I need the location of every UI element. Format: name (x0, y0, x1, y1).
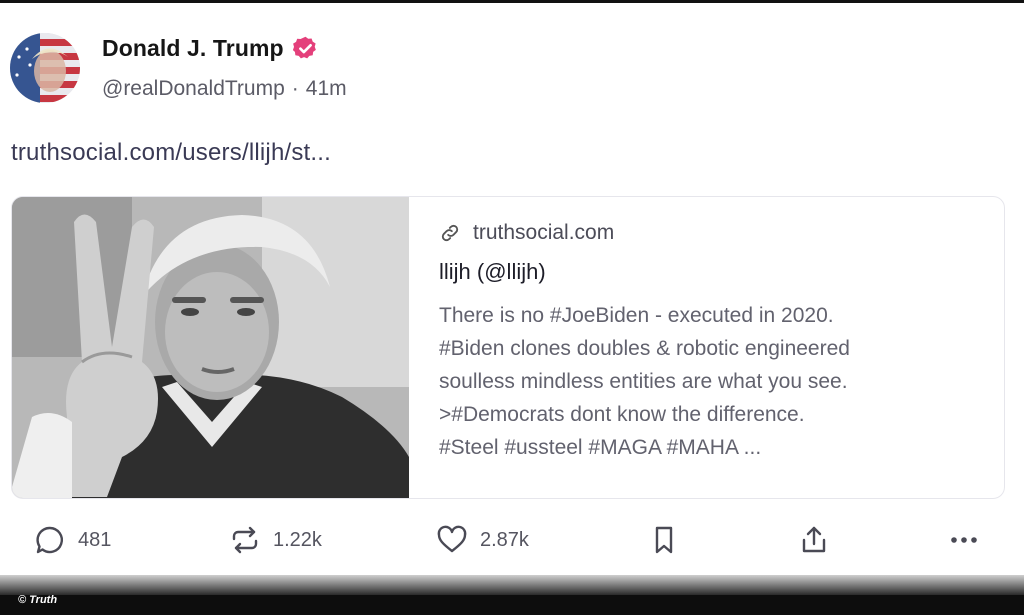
like-button[interactable]: 2.87k (436, 524, 529, 556)
bookmark-button[interactable] (648, 524, 680, 556)
like-icon (436, 524, 468, 556)
avatar[interactable] (10, 33, 80, 103)
reply-button[interactable]: 481 (34, 524, 111, 556)
repost-count: 1.22k (273, 528, 322, 551)
meta-separator: · (291, 77, 299, 100)
share-icon (798, 524, 830, 556)
link-preview-body: truthsocial.com llijh (@llijh) There is … (439, 221, 979, 464)
repost-button[interactable]: 1.22k (229, 524, 322, 556)
like-count: 2.87k (480, 528, 529, 551)
link-preview-image (12, 197, 409, 498)
image-credit: © Truth (18, 594, 58, 606)
more-icon (948, 524, 980, 556)
post: Donald J. Trump @realDonaldTrump · 41m tru… (0, 3, 1024, 575)
author-display-name[interactable]: Donald J. Trump (102, 35, 284, 62)
link-preview-domain-row: truthsocial.com (439, 221, 979, 245)
post-link[interactable]: truthsocial.com/users/llijh/st... (11, 139, 331, 167)
reply-icon (34, 524, 66, 556)
link-preview-title: llijh (@llijh) (439, 259, 546, 284)
more-options-button[interactable] (948, 524, 980, 556)
bookmark-icon (648, 524, 680, 556)
link-preview-card[interactable]: truthsocial.com llijh (@llijh) There is … (11, 196, 1005, 499)
link-preview-domain: truthsocial.com (473, 221, 615, 244)
share-button[interactable] (798, 524, 830, 556)
author-handle[interactable]: @realDonaldTrump (102, 77, 285, 101)
author-meta: @realDonaldTrump · 41m (102, 77, 347, 101)
post-timestamp[interactable]: 41m (306, 77, 347, 101)
link-icon (439, 222, 461, 244)
reply-count: 481 (78, 528, 112, 551)
author-name-row: Donald J. Trump (102, 35, 319, 62)
repost-icon (229, 524, 261, 556)
avatar-image (10, 33, 80, 103)
link-preview-description: There is no #JoeBiden - executed in 2020… (439, 304, 850, 459)
footer-fade (0, 575, 1024, 595)
verified-badge-icon (292, 35, 319, 62)
post-actions: 481 1.22k 2.87k (0, 524, 1024, 572)
